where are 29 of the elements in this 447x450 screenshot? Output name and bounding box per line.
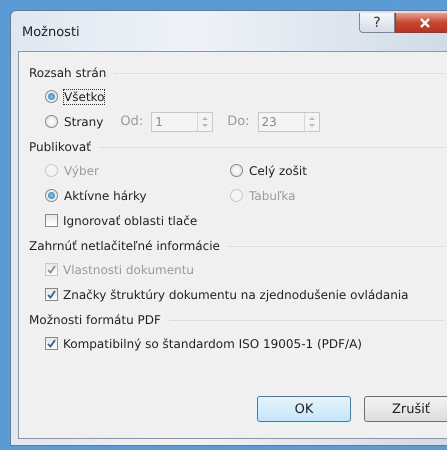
checkmark-icon	[47, 290, 56, 299]
spin-label: Od:	[120, 114, 144, 129]
checkbox[interactable]	[45, 337, 58, 350]
radio-button[interactable]	[45, 115, 58, 128]
radio-button[interactable]	[230, 164, 243, 177]
radio-label[interactable]: Celý zošit	[248, 162, 308, 178]
dialog-button[interactable]: Zrušiť	[364, 396, 447, 422]
checkmark-icon	[47, 339, 56, 348]
spin-label: Do:	[227, 114, 250, 129]
help-button[interactable]: ?	[359, 13, 395, 33]
close-icon	[419, 18, 431, 28]
section-title: Možnosti formátu PDF	[29, 313, 161, 327]
checkbox[interactable]	[45, 214, 58, 227]
radio-label[interactable]: Strany	[63, 114, 104, 130]
section-title: Zahrnúť netlačiteľné informácie	[29, 239, 220, 253]
window-title: Možnosti	[22, 25, 81, 40]
section-title: Publikovať	[29, 140, 91, 154]
checkbox[interactable]	[45, 288, 58, 301]
radio-label[interactable]: Všetko	[63, 88, 106, 104]
radio-label[interactable]: Aktívne hárky	[63, 188, 148, 204]
checkbox-label[interactable]: Ignorovať oblasti tlače	[63, 214, 198, 228]
radio-button[interactable]	[45, 189, 58, 202]
checkbox-label[interactable]: Značky štruktúry dokumentu na zjednodušenie ovládania	[63, 288, 409, 302]
checkmark-icon	[47, 265, 56, 274]
dialog-button[interactable]: OK	[257, 396, 351, 422]
section-title: Rozsah strán	[29, 66, 106, 80]
radio-button[interactable]	[45, 90, 58, 103]
close-button[interactable]	[395, 13, 447, 33]
checkbox-label[interactable]: Kompatibilný so štandardom ISO 19005-1 (PDF/A)	[63, 336, 362, 350]
